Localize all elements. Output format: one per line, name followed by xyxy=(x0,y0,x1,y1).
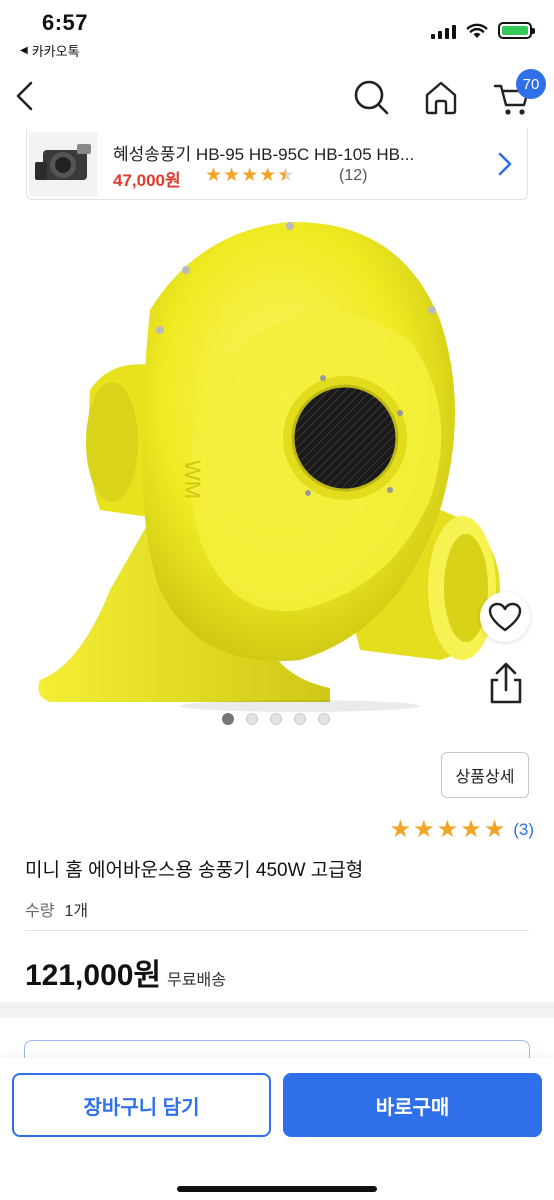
star-icon: ★ xyxy=(483,816,506,843)
divider xyxy=(25,930,529,931)
star-icon: ★ xyxy=(205,165,223,186)
related-product-thumbnail xyxy=(29,132,97,196)
related-product-title: 혜성송풍기 HB-95 HB-95C HB-105 HB... xyxy=(113,145,415,164)
product-detail-button[interactable]: 상품상세 xyxy=(441,752,529,798)
star-icon: ★ xyxy=(436,816,459,843)
star-icon: ★ xyxy=(241,165,259,186)
add-to-cart-button[interactable]: 장바구니 담기 xyxy=(12,1073,271,1137)
pagination-dot[interactable] xyxy=(270,713,282,725)
pagination-dot[interactable] xyxy=(246,713,258,725)
pagination-dot[interactable] xyxy=(318,713,330,725)
svg-text:WM: WM xyxy=(180,460,205,499)
shipping-label: 무료배송 xyxy=(167,972,226,989)
half-star-icon: ★ xyxy=(277,165,295,186)
back-triangle-icon: ◀ xyxy=(20,45,28,56)
wishlist-button[interactable] xyxy=(480,592,530,642)
star-icon: ★ xyxy=(413,816,435,843)
star-icon: ★ xyxy=(223,165,241,186)
signal-icon xyxy=(431,23,456,39)
section-divider xyxy=(0,1002,554,1018)
star-icon: ★ xyxy=(389,816,412,843)
product-price: 121,000원 xyxy=(25,959,162,992)
quantity-value: 1개 xyxy=(64,903,89,920)
battery-icon xyxy=(498,22,535,39)
back-chevron-icon[interactable] xyxy=(8,74,48,118)
back-to-app-link[interactable]: ◀ 카카오톡 xyxy=(20,41,80,60)
pagination-dot[interactable] xyxy=(222,713,234,725)
image-pagination xyxy=(222,713,330,725)
back-app-label: 카카오톡 xyxy=(31,44,80,59)
quantity-row: 수량 1개 xyxy=(25,897,88,921)
star-icon: ★ xyxy=(259,165,277,186)
related-product-card[interactable]: 혜성송풍기 HB-95 HB-95C HB-105 HB... 47,000원 … xyxy=(26,128,528,200)
home-indicator[interactable] xyxy=(177,1186,377,1192)
product-image[interactable]: WM xyxy=(0,210,554,730)
buy-now-button[interactable]: 바로구매 xyxy=(283,1073,542,1137)
pagination-dot[interactable] xyxy=(294,713,306,725)
star-icon: ★ xyxy=(460,816,482,843)
product-review-count[interactable]: (3) xyxy=(513,820,534,840)
status-bar: 6:57 ◀ 카카오톡 xyxy=(0,0,554,64)
chevron-right-icon[interactable] xyxy=(497,150,513,178)
home-icon[interactable] xyxy=(420,76,462,118)
status-time: 6:57 xyxy=(42,10,89,35)
related-product-price: 47,000원 xyxy=(113,171,181,190)
related-product-rating: ★ ★ ★ ★ ★ xyxy=(205,166,294,186)
price-row: 121,000원 무료배송 xyxy=(25,950,226,994)
cart-count-badge: 70 xyxy=(516,69,546,99)
heart-icon xyxy=(488,602,522,632)
quantity-label: 수량 xyxy=(25,903,55,920)
search-icon[interactable] xyxy=(350,76,392,118)
related-product-review-count: (12) xyxy=(339,167,368,184)
nav-bar: 70 xyxy=(0,64,554,128)
bottom-action-bar: 장바구니 담기 바로구매 xyxy=(0,1058,554,1200)
product-name: 미니 홈 에어바운스용 송풍기 450W 고급형 xyxy=(25,860,364,881)
wifi-icon xyxy=(466,23,488,38)
share-icon[interactable] xyxy=(484,660,528,708)
status-icons xyxy=(431,22,535,39)
product-rating[interactable]: ★ ★ ★ ★ ★ (3) xyxy=(390,818,534,842)
